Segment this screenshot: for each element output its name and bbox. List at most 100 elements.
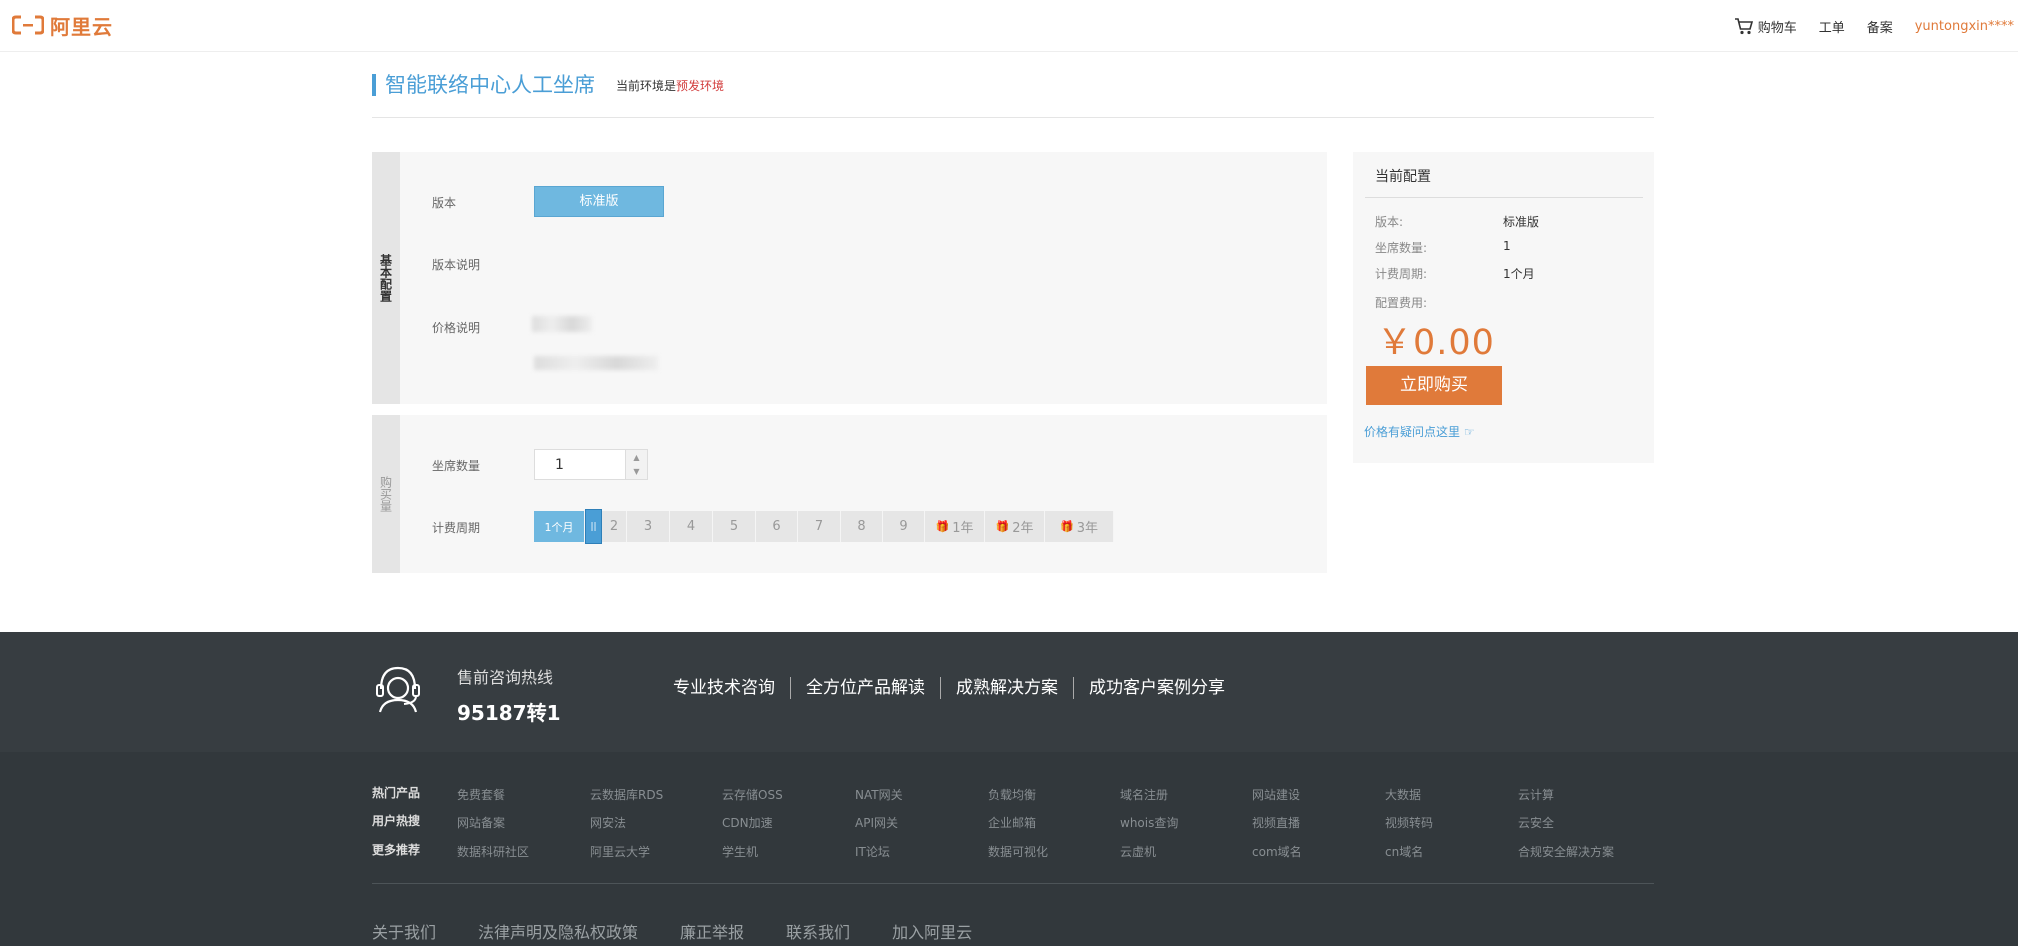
purchase-panel: 购买量 坐席数量 ▲ ▼ 计费周期 1个月 || 2 3 4 5 6 7 8 9… [372, 415, 1327, 573]
customer-service-icon [376, 666, 420, 713]
basic-config-side-label: 基本配置 [372, 152, 400, 404]
cart-icon [1734, 18, 1753, 35]
period-option[interactable]: 2 [602, 511, 627, 542]
buy-now-button[interactable]: 立即购买 [1366, 366, 1502, 405]
footer-product-link[interactable]: CDN加速 [722, 814, 773, 831]
summary-seats-value: 1 [1503, 239, 1511, 253]
gift-icon: 🎁 [995, 520, 1010, 533]
footer-product-link[interactable]: 数据可视化 [988, 843, 1048, 860]
period-option[interactable]: 6 [756, 511, 798, 542]
page-title-section: 智能联络中心人工坐席 当前环境是预发环境 [372, 72, 1654, 118]
footer-product-link[interactable]: cn域名 [1385, 843, 1423, 860]
footer-product-link[interactable]: 数据科研社区 [457, 843, 529, 860]
summary-title: 当前配置 [1375, 169, 1431, 185]
edition-standard-button[interactable]: 标准版 [534, 186, 664, 217]
nav-cart-label: 购物车 [1757, 20, 1797, 36]
summary-seats-key: 坐席数量: [1375, 241, 1428, 255]
footer-product-link[interactable]: whois查询 [1120, 814, 1178, 831]
purchase-side-text: 购买量 [378, 476, 393, 512]
nav-filing[interactable]: 备案 [1867, 17, 1893, 36]
env-note: 当前环境是预发环境 [616, 77, 724, 95]
footer-product-link[interactable]: 企业邮箱 [988, 814, 1036, 831]
footer-product-link[interactable]: 学生机 [722, 843, 758, 860]
gift-icon: 🎁 [935, 520, 950, 533]
nav-filing-label: 备案 [1866, 20, 1893, 36]
top-nav: 购物车 工单 备案 yuntongxin**** [1734, 14, 2018, 38]
footer-product-link[interactable]: 云数据库RDS [590, 786, 663, 803]
summary-price: ￥0.00 [1377, 323, 1495, 363]
summary-period-key: 计费周期: [1375, 267, 1428, 281]
summary-edition-value: 标准版 [1503, 215, 1540, 229]
footer-product-link[interactable]: IT论坛 [855, 843, 890, 860]
period-option[interactable]: 7 [798, 511, 841, 542]
period-option[interactable]: 5 [713, 511, 756, 542]
footer-product-link[interactable]: 视频转码 [1385, 814, 1433, 831]
footer-product-link[interactable]: API网关 [855, 814, 898, 831]
nav-ticket[interactable]: 工单 [1819, 17, 1845, 36]
period-option[interactable]: 8 [841, 511, 883, 542]
footer-product-link[interactable]: com域名 [1252, 843, 1302, 860]
price-desc-label: 价格说明 [432, 321, 481, 335]
footer-product-link[interactable]: 大数据 [1385, 786, 1421, 803]
period-option[interactable]: 9 [883, 511, 925, 542]
username-link[interactable]: yuntongxin**** [1915, 19, 2014, 34]
stepper-up-icon[interactable]: ▲ [633, 453, 639, 462]
period-option-year[interactable]: 🎁 2年 [985, 511, 1045, 542]
footer-product-link[interactable]: 云安全 [1518, 814, 1554, 831]
edition-label: 版本 [432, 196, 457, 210]
nav-cart[interactable]: 购物车 [1734, 17, 1797, 36]
footer-service-link[interactable]: 全方位产品解读 [790, 677, 940, 699]
price-question-link[interactable]: 价格有疑问点这里 ☞ [1364, 423, 1475, 440]
period-option-1-month[interactable]: 1个月 [534, 511, 585, 542]
period-option[interactable]: 4 [670, 511, 713, 542]
footer-service-link[interactable]: 成功客户案例分享 [1073, 677, 1240, 699]
page-title: 智能联络中心人工坐席 [385, 73, 595, 97]
nav-ticket-label: 工单 [1818, 20, 1845, 36]
logo[interactable]: 阿里云 [12, 12, 113, 39]
stepper-arrows[interactable]: ▲ ▼ [625, 450, 647, 479]
footer-about-link[interactable]: 关于我们 [372, 919, 436, 943]
period-option-year[interactable]: 🎁 1年 [925, 511, 985, 542]
footer-product-link[interactable]: 云存储OSS [722, 786, 783, 803]
price-desc-blurred-2 [534, 356, 658, 370]
slider-handle-icon[interactable]: || [585, 509, 602, 544]
footer-product-link[interactable]: 网站建设 [1252, 786, 1300, 803]
edition-desc-label: 版本说明 [432, 258, 481, 272]
footer-divider [372, 883, 1654, 884]
basic-config-panel: 基本配置 版本 标准版 版本说明 价格说明 [372, 152, 1327, 404]
footer-product-link[interactable]: 云虚机 [1120, 843, 1156, 860]
summary-fee-key: 配置费用: [1375, 296, 1428, 310]
footer-product-link[interactable]: 视频直播 [1252, 814, 1300, 831]
period-option[interactable]: 3 [627, 511, 670, 542]
footer-category-search: 用户热搜 [372, 814, 421, 828]
billing-period-slider: 1个月 || 2 3 4 5 6 7 8 9 🎁 1年 🎁 2年 🎁 3年 [534, 509, 1114, 544]
footer-product-link[interactable]: 阿里云大学 [590, 843, 650, 860]
seat-quantity-input[interactable] [535, 450, 625, 479]
footer-product-link[interactable]: 合规安全解决方案 [1518, 843, 1614, 860]
footer-product-link[interactable]: 负载均衡 [988, 786, 1036, 803]
year-option-label: 2年 [1012, 521, 1034, 536]
seat-count-label: 坐席数量 [432, 459, 481, 473]
footer-product-link[interactable]: 免费套餐 [457, 786, 505, 803]
period-option-year[interactable]: 🎁 3年 [1045, 511, 1114, 542]
footer-product-link[interactable]: 云计算 [1518, 786, 1554, 803]
footer-report-link[interactable]: 廉正举报 [680, 919, 744, 943]
gift-icon: 🎁 [1060, 520, 1074, 533]
footer-legal-link[interactable]: 法律声明及隐私权政策 [478, 919, 638, 943]
footer-product-link[interactable]: 域名注册 [1120, 786, 1168, 803]
footer-join-link[interactable]: 加入阿里云 [892, 919, 972, 943]
env-value: 预发环境 [676, 79, 725, 93]
footer-service-link[interactable]: 成熟解决方案 [940, 677, 1073, 699]
footer-bottom-links: 关于我们 法律声明及隐私权政策 廉正举报 联系我们 加入阿里云 [372, 919, 972, 943]
footer-product-link[interactable]: 网安法 [590, 814, 626, 831]
summary-period-value: 1个月 [1503, 267, 1535, 281]
year-option-label: 3年 [1076, 521, 1098, 536]
footer-contact-link[interactable]: 联系我们 [786, 919, 850, 943]
year-option-label: 1年 [952, 521, 974, 536]
stepper-down-icon[interactable]: ▼ [633, 467, 639, 476]
footer-product-link[interactable]: 网站备案 [457, 814, 505, 831]
summary-edition-key: 版本: [1375, 215, 1404, 229]
footer-service-link[interactable]: 专业技术咨询 [673, 677, 790, 699]
footer-product-link[interactable]: NAT网关 [855, 786, 903, 803]
aliyun-logo-icon [12, 15, 44, 35]
